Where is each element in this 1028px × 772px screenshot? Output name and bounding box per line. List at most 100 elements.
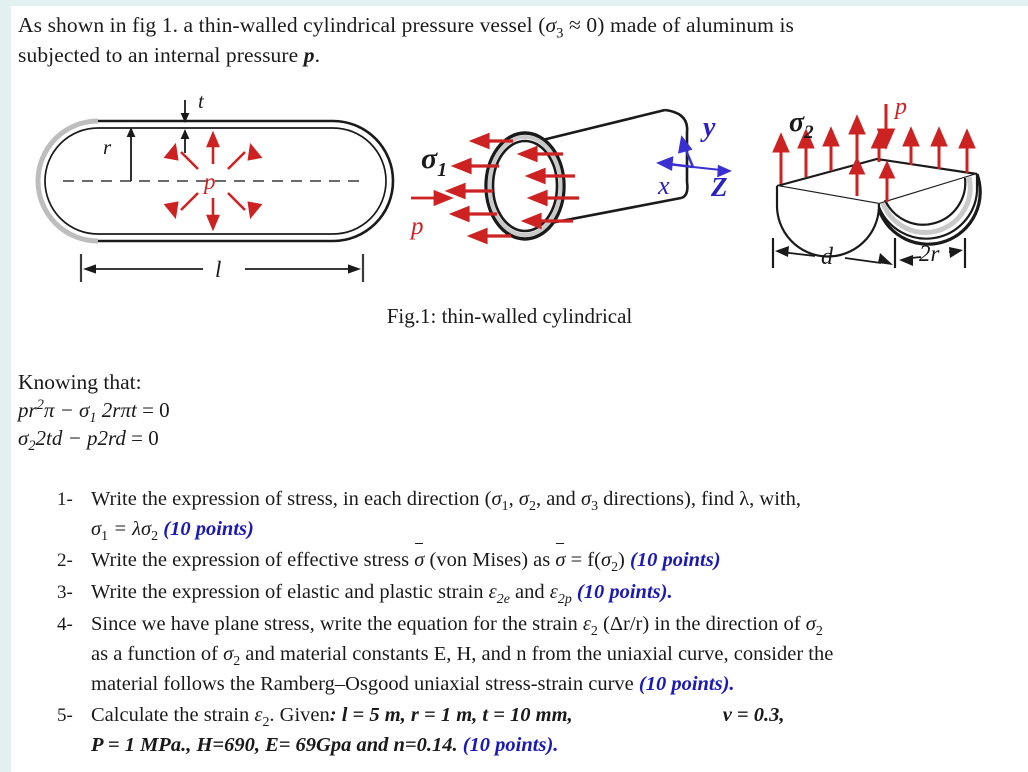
- document-page: As shown in fig 1. a thin-walled cylindr…: [11, 6, 1028, 772]
- question-text: Write the expression of effective stress…: [91, 543, 1028, 576]
- q1-line1-b: directions), find λ, with,: [598, 488, 801, 510]
- pressure-label: p: [893, 94, 907, 120]
- coordinate-axes: [656, 135, 732, 178]
- q3-epsilon-1-sub: 2e: [496, 592, 510, 608]
- intro-line2-b: .: [314, 43, 321, 67]
- sigma1-label: σ1: [421, 142, 447, 181]
- question-item-2: 2- Write the expression of effective str…: [57, 543, 1028, 576]
- q2-sigma2: σ: [600, 549, 612, 571]
- eq1-exponent: 2: [36, 397, 44, 413]
- eq1-part-b: π − σ: [43, 398, 90, 422]
- q4-sigma2-sub: 2: [815, 624, 823, 640]
- dim-2r-arrowhead-right: [949, 247, 963, 258]
- pressure-label: p: [409, 213, 424, 240]
- question-text: Since we have plane stress, write the eq…: [91, 609, 1028, 699]
- q1-line2-sigma: σ: [91, 518, 102, 540]
- q2-text-c: = f(: [565, 549, 601, 571]
- knowing-heading: Knowing that:: [18, 370, 142, 394]
- pressure-arrow: [411, 189, 454, 207]
- q4-points: (10 points).: [638, 673, 735, 695]
- figure-band: r t p l σ1 p y x Z p σ2 d 2r: [11, 86, 1028, 286]
- question-text: Write the expression of stress, in each …: [91, 484, 1028, 544]
- q1-sigma2: σ: [518, 488, 529, 510]
- q1-mid1: ,: [508, 488, 519, 510]
- q5-line2-values: P = 1 MPa., H=690, E= 69Gpa and n=0.14.: [91, 734, 463, 756]
- q3-text-b: and: [509, 581, 550, 603]
- q1-sigma3: σ: [580, 488, 592, 510]
- question-item-1: 1- Write the expression of stress, in ea…: [57, 484, 1028, 544]
- dim-d-arrowhead-left: [775, 246, 789, 257]
- q5-poisson-ratio: v = 0.3,: [722, 704, 785, 726]
- dim-2r-arrowhead-left: [899, 255, 913, 266]
- question-number: 2-: [57, 550, 73, 571]
- q2-text-d: ): [618, 549, 630, 571]
- thickness-label: t: [198, 89, 205, 113]
- figure-3-half-cylinder-hoop-stress: p σ2 d 2r: [759, 86, 1024, 286]
- eq2-sigma-sub: 2: [28, 438, 36, 455]
- figure-1-capsule-side-view: r t p l: [33, 86, 395, 286]
- axis-y-label: y: [700, 112, 716, 143]
- q3-points: (10 points).: [576, 581, 673, 603]
- question-item-5: 5- Calculate the strain ε2. Given: l = 5…: [57, 700, 1028, 760]
- question-list: 1- Write the expression of stress, in ea…: [57, 484, 1028, 761]
- q4-line1-b: (Δr/r) in the direction of: [597, 613, 806, 635]
- axis-x-label: x: [657, 171, 670, 200]
- eq2-rhs: = 0: [125, 426, 159, 450]
- q5-line1-a: Calculate the strain: [91, 704, 255, 726]
- q3-epsilon-1: ε: [488, 581, 497, 603]
- length-label: l: [215, 257, 221, 282]
- q5-points: (10 points).: [462, 734, 559, 756]
- question-number: 3-: [57, 582, 73, 603]
- dim-d-line-right: [844, 257, 882, 264]
- q1-line2-b: = λσ: [108, 518, 152, 540]
- q2-points: (10 points): [630, 549, 721, 571]
- q1-line1-a: Write the expression of stress, in each …: [91, 488, 492, 510]
- q4-line2-a: as a function of: [91, 643, 224, 665]
- q2-text-a: Write the expression of effective stress: [91, 549, 415, 571]
- eq1-part-c: 2rπt: [96, 398, 137, 422]
- intro-sigma3-sub: 3: [556, 25, 564, 42]
- q1-points: (10 points): [163, 518, 254, 540]
- q1-sigma2-sub: 2: [528, 499, 536, 515]
- dim-d-arrowhead-right: [878, 253, 893, 265]
- eq1-part-a: pr: [18, 398, 37, 422]
- radius-label: r: [103, 135, 112, 159]
- knowing-block: Knowing that: pr2π − σ1 2rπt = 0 σ22td −…: [18, 368, 170, 455]
- question-item-3: 3- Write the expression of elastic and p…: [57, 577, 1028, 608]
- q4-epsilon: ε: [582, 613, 591, 635]
- question-number: 4-: [57, 614, 73, 635]
- q4-line1-a: Since we have plane stress, write the eq…: [91, 613, 583, 635]
- length-right-arrowhead: [348, 264, 361, 274]
- q4-sigma2: σ: [805, 613, 816, 635]
- q4-epsilon-sub: 2: [590, 624, 598, 640]
- question-item-4: 4- Since we have plane stress, write the…: [57, 609, 1028, 699]
- pressure-label: p: [202, 169, 216, 194]
- q1-sigma3-sub: 3: [591, 499, 599, 515]
- page-edge-left: [0, 0, 11, 772]
- eq2-part-b: 2td − p2rd: [35, 426, 126, 450]
- q5-line1-b: . Given: [269, 704, 330, 726]
- figure-caption-text: Fig.1: thin-walled cylindrical: [386, 304, 633, 328]
- intro-paragraph: As shown in fig 1. a thin-walled cylindr…: [18, 10, 978, 70]
- q2-sigma2-sub: 2: [611, 560, 619, 576]
- equation-1: pr2π − σ1 2rπt = 0: [18, 396, 170, 425]
- question-text: Write the expression of elastic and plas…: [91, 577, 1028, 607]
- q3-epsilon-2-sub: 2p: [557, 592, 572, 608]
- q1-sigma1: σ: [491, 488, 502, 510]
- intro-pressure-symbol: p: [303, 43, 315, 67]
- q4-line3-a: material follows the Ramberg–Osgood unia…: [91, 673, 639, 695]
- q1-sigma1-sub: 1: [501, 499, 509, 515]
- q3-epsilon-2: ε: [549, 581, 558, 603]
- q3-text-a: Write the expression of elastic and plas…: [91, 581, 489, 603]
- question-number: 1-: [57, 489, 73, 510]
- q5-given-values: : l = 5 m, r = 1 m, t = 10 mm,: [329, 704, 573, 726]
- equation-2: σ22td − p2rd = 0: [18, 424, 170, 455]
- q2-text-b: (von Mises) as: [424, 549, 556, 571]
- q1-line2-sub2: 2: [151, 529, 159, 545]
- dim-d-label: d: [821, 244, 834, 270]
- sigma2-label: σ2: [789, 107, 814, 143]
- dim-2r-label: 2r: [919, 241, 941, 266]
- axis-z-label: Z: [710, 172, 728, 202]
- eq2-part-a: σ: [18, 426, 29, 450]
- figure-2-cylinder-longitudinal-stress: σ1 p y x Z: [403, 86, 753, 286]
